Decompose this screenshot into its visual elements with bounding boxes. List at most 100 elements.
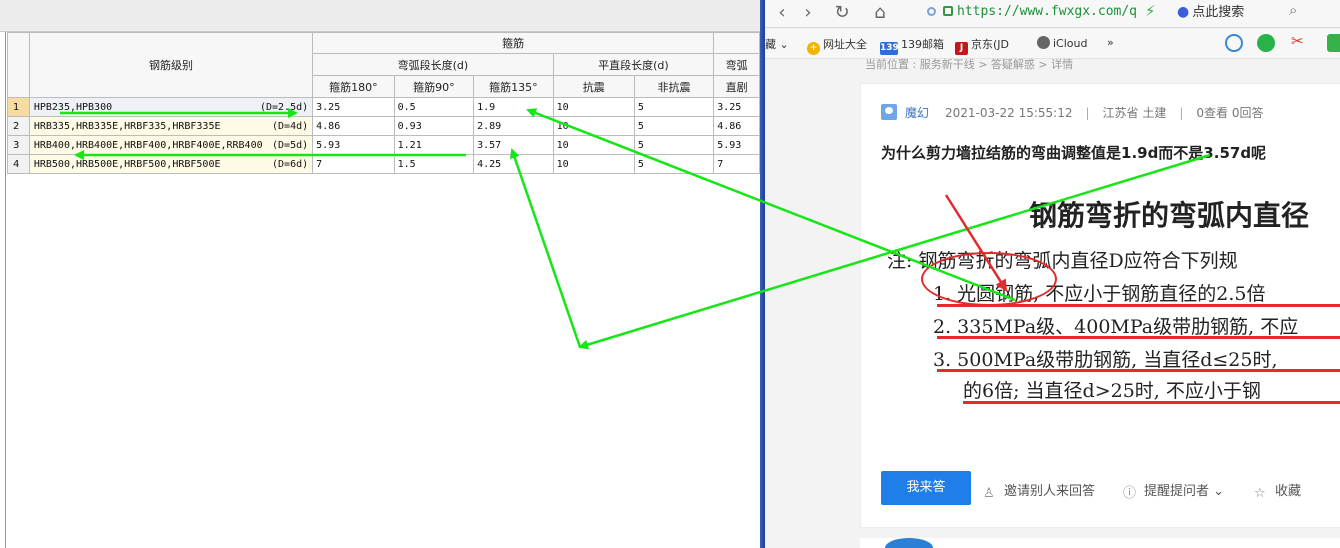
header-straight-length[interactable]: 平直段长度(d) xyxy=(552,53,715,76)
header-seismic[interactable]: 抗震 xyxy=(552,75,635,98)
cell-180[interactable]: 4.86 xyxy=(312,116,395,136)
grade-name: HRB500,HRB500E,HRBF500,HRBF500E xyxy=(33,158,221,170)
cell-nonseismic[interactable]: 5 xyxy=(633,97,715,117)
search-icon[interactable]: ⌕ xyxy=(1289,1,1297,19)
cell-90[interactable]: 1.21 xyxy=(393,135,475,155)
header-arc-inner[interactable]: 弯弧 xyxy=(713,53,760,76)
cell-seismic[interactable]: 10 xyxy=(552,154,635,174)
spreadsheet-pane: 钢筋级别 箍筋 弯弧段长度(d) 平直段长度(d) 弯弧 箍筋180° 箍筋90… xyxy=(0,0,760,548)
tools-icon[interactable]: ✂ xyxy=(1291,32,1304,50)
cell-135[interactable]: 2.89 xyxy=(473,116,554,136)
bookmark-favorites-label: 藏 xyxy=(765,38,776,51)
forward-icon[interactable]: › xyxy=(797,1,819,25)
jd-icon: J xyxy=(955,42,968,55)
url-input[interactable]: https://www.fwxgx.com/q xyxy=(927,0,1145,26)
cell-nonseismic[interactable]: 5 xyxy=(633,116,715,136)
bookmark-site-nav[interactable]: + 网址大全 xyxy=(807,36,867,55)
question-stats: 0查看 0回答 xyxy=(1196,106,1264,120)
answer-button[interactable]: 我来答 xyxy=(881,471,971,505)
invite-answer-button[interactable]: ♙ 邀请别人来回答 xyxy=(983,480,1095,501)
lightning-icon[interactable]: ⚡ xyxy=(1145,2,1156,20)
paw-icon: ● xyxy=(1177,4,1190,20)
cell-inner[interactable]: 3.25 xyxy=(713,97,760,117)
bookmark-icloud[interactable]: iCloud xyxy=(1037,36,1087,50)
bookmark-favorites[interactable]: 藏 ⌄ xyxy=(765,36,789,52)
spreadsheet-toolbar-strip xyxy=(0,0,760,32)
cell-90[interactable]: 0.5 xyxy=(393,97,475,117)
grade-diameter: (D=6d) xyxy=(272,158,309,170)
corner-cell[interactable] xyxy=(7,32,30,98)
header-group-more[interactable] xyxy=(713,32,760,54)
cell-135[interactable]: 3.57 xyxy=(473,135,554,155)
figure-item-2: 2. 335MPa级、400MPa级带肋钢筋, 不应 xyxy=(933,316,1299,338)
header-straight-partial[interactable]: 直剧 xyxy=(713,75,760,98)
browser-pane: ‹ › ↻ ⌂ https://www.fwxgx.com/q ⚡ ● 点此搜索 … xyxy=(765,0,1340,548)
cell-180[interactable]: 3.25 xyxy=(312,97,395,117)
header-stirrup-group[interactable]: 箍筋 xyxy=(312,32,715,54)
extension-icon[interactable] xyxy=(1327,34,1340,55)
row-number[interactable]: 2 xyxy=(7,116,30,136)
bookmarks-bar: 藏 ⌄ + 网址大全 139 139邮箱 J 京东(JD iCloud » ✂ xyxy=(765,29,1340,59)
header-stirrup-90[interactable]: 箍筋90° xyxy=(393,75,475,98)
rebar-table: 钢筋级别 箍筋 弯弧段长度(d) 平直段长度(d) 弯弧 箍筋180° 箍筋90… xyxy=(7,32,760,174)
cell-nonseismic[interactable]: 5 xyxy=(633,135,715,155)
address-bar: ‹ › ↻ ⌂ https://www.fwxgx.com/q ⚡ ● 点此搜索 … xyxy=(765,0,1340,28)
bookmark-mail[interactable]: 139 139邮箱 xyxy=(880,36,944,55)
table-row[interactable]: 4 HRB500,HRB500E,HRBF500,HRBF500E (D=6d) … xyxy=(7,154,760,174)
favorite-button[interactable]: ☆ 收藏 xyxy=(1254,480,1301,501)
bookmark-more[interactable]: » xyxy=(1107,36,1114,49)
cell-seismic[interactable]: 10 xyxy=(552,97,635,117)
table-row[interactable]: 3 HRB400,HRB400E,HRBF400,HRBF400E,RRB400… xyxy=(7,135,760,155)
reader-icon[interactable] xyxy=(1257,34,1275,55)
header-arc-length[interactable]: 弯弧段长度(d) xyxy=(312,53,554,76)
cell-seismic[interactable]: 10 xyxy=(552,135,635,155)
remind-asker-button[interactable]: ⓘ 提醒提问者 ⌄ xyxy=(1123,480,1224,501)
site-nav-icon: + xyxy=(807,42,820,55)
person-icon: ♙ xyxy=(983,486,995,501)
grade-cell[interactable]: HRB500,HRB500E,HRBF500,HRBF500E (D=6d) xyxy=(28,154,314,174)
search-engine-selector[interactable]: ● 点此搜索 xyxy=(1177,0,1244,26)
header-grade[interactable]: 钢筋级别 xyxy=(28,32,314,98)
cell-180[interactable]: 7 xyxy=(312,154,395,174)
grade-cell[interactable]: HRB400,HRB400E,HRBF400,HRBF400E,RRB400 (D… xyxy=(28,135,314,155)
cell-90[interactable]: 0.93 xyxy=(393,116,475,136)
cell-135[interactable]: 1.9 xyxy=(473,97,554,117)
grade-cell[interactable]: HPB235,HPB300 (D=2.5d) xyxy=(28,97,314,117)
grade-cell[interactable]: HRB335,HRB335E,HRBF335,HRBF335E (D=4d) xyxy=(28,116,314,136)
site-identity-icon xyxy=(927,7,936,16)
row-number[interactable]: 3 xyxy=(7,135,30,155)
back-icon[interactable]: ‹ xyxy=(771,1,793,25)
info-icon: ⓘ xyxy=(1123,486,1137,501)
header-stirrup-135[interactable]: 箍筋135° xyxy=(473,75,554,98)
home-icon[interactable]: ⌂ xyxy=(869,1,891,25)
cell-seismic[interactable]: 10 xyxy=(552,116,635,136)
row-number[interactable]: 1 xyxy=(7,97,30,117)
question-meta: 魔幻 2021-03-22 15:55:12 | 江苏省 土建 | 0查看 0回答 xyxy=(881,104,1263,121)
spreadsheet-gutter xyxy=(0,32,6,548)
cell-135[interactable]: 4.25 xyxy=(473,154,554,174)
cell-inner[interactable]: 5.93 xyxy=(713,135,760,155)
question-datetime: 2021-03-22 15:55:12 xyxy=(945,106,1073,120)
table-row[interactable]: 1 HPB235,HPB300 (D=2.5d) 3.25 0.5 1.9 10 … xyxy=(7,97,760,117)
underline-3 xyxy=(937,369,1340,372)
figure-item-3: 3. 500MPa级带肋钢筋, 当直径d≤25时, xyxy=(933,349,1278,371)
grade-name: HRB400,HRB400E,HRBF400,HRBF400E,RRB400 xyxy=(33,139,263,151)
question-image: 钢筋弯折的弯弧内直径 注: 钢筋弯折的弯弧内直径D应符合下列规 1. 光圆钢筋,… xyxy=(881,180,1340,450)
refresh-icon[interactable]: ↻ xyxy=(831,1,853,25)
cell-180[interactable]: 5.93 xyxy=(312,135,395,155)
question-author[interactable]: 魔幻 xyxy=(905,106,929,120)
invite-answer-label: 邀请别人来回答 xyxy=(1004,484,1096,499)
cell-inner[interactable]: 7 xyxy=(713,154,760,174)
header-nonseismic[interactable]: 非抗震 xyxy=(633,75,715,98)
table-row[interactable]: 2 HRB335,HRB335E,HRBF335,HRBF335E (D=4d) … xyxy=(7,116,760,136)
bookmark-jd[interactable]: J 京东(JD xyxy=(955,36,1009,55)
url-text: https://www.fwxgx.com/q xyxy=(957,4,1138,19)
cell-nonseismic[interactable]: 5 xyxy=(633,154,715,174)
search-engine-label: 点此搜索 xyxy=(1192,5,1245,20)
cell-inner[interactable]: 4.86 xyxy=(713,116,760,136)
bookmark-jd-label: 京东(JD xyxy=(971,38,1010,51)
row-number[interactable]: 4 xyxy=(7,154,30,174)
cell-90[interactable]: 1.5 xyxy=(393,154,475,174)
minus-circle-icon[interactable] xyxy=(1225,34,1243,55)
header-stirrup-180[interactable]: 箍筋180° xyxy=(312,75,395,98)
